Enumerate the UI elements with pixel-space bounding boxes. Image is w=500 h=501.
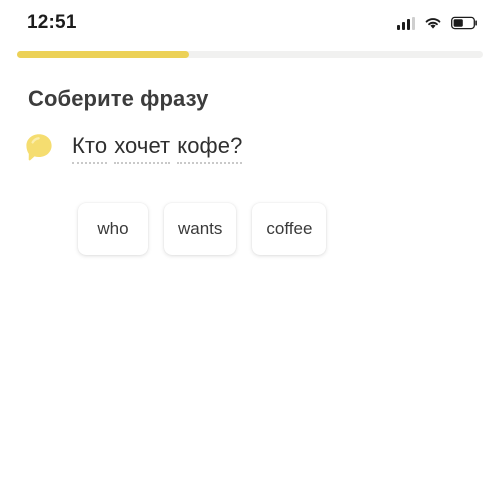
lesson-progress-fill [17,51,190,58]
prompt-sentence: Кто хочет кофе? [72,133,243,164]
speech-bubble-icon[interactable] [24,132,54,162]
page-title: Соберите фразу [28,86,209,111]
sentence-word: Кто [72,133,108,164]
wifi-icon [425,18,441,29]
phone-screen: 12:51 Соберите фразу Кто хочет кофе? who… [0,0,500,501]
battery-icon [451,16,477,30]
prompt-sentence-wrap: Кто хочет кофе? [72,133,243,164]
sentence-word: хочет [114,133,171,164]
lesson-progress-bar [17,51,483,58]
signal-bars-icon [397,16,415,30]
prompt-row: Кто хочет кофе? [0,112,500,164]
status-bar: 12:51 [0,0,500,46]
sentence-word: кофе? [177,133,243,164]
answer-tile-row: who wants coffee [0,162,500,255]
answer-tile[interactable]: coffee [252,203,327,255]
answer-tile[interactable]: who [78,203,148,255]
answer-tile[interactable]: wants [164,203,237,255]
status-time: 12:51 [27,12,77,33]
status-indicators [397,16,478,30]
main-content: Соберите фразу Кто хочет кофе? who wants cof… [0,76,500,501]
